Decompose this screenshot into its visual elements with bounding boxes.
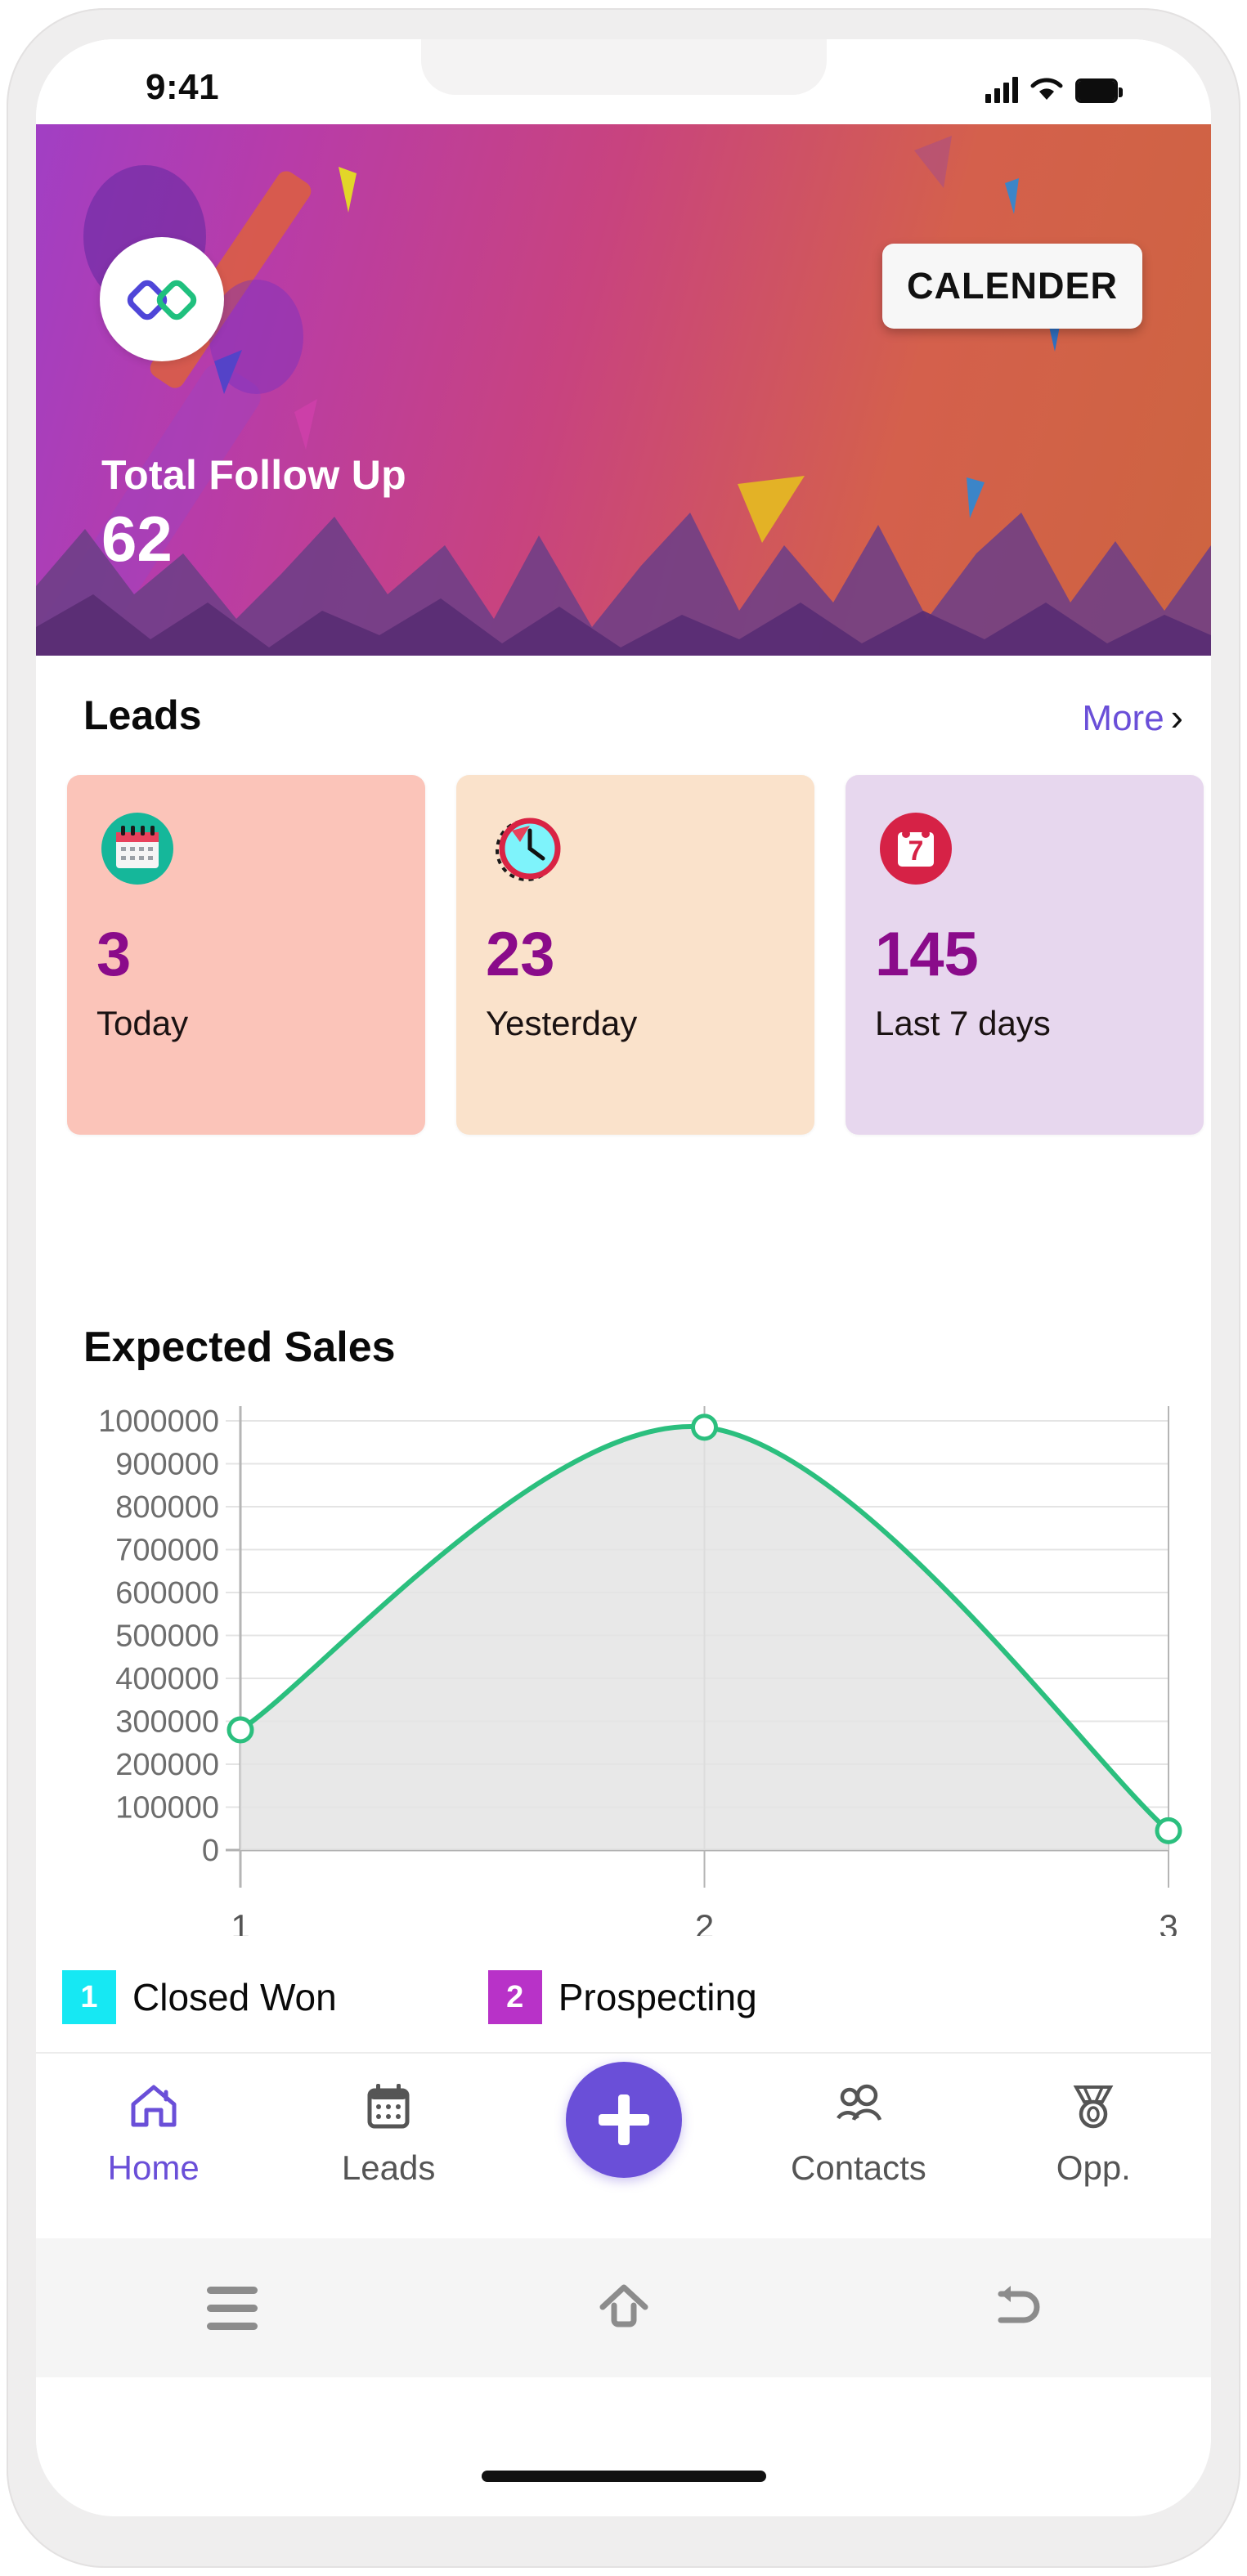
leads-more-label: More bbox=[1082, 698, 1164, 738]
chart-ytick-label: 300000 bbox=[115, 1705, 219, 1740]
recents-button[interactable] bbox=[36, 2286, 428, 2330]
medal-icon bbox=[1065, 2075, 1122, 2137]
system-navigation-bar bbox=[36, 2238, 1211, 2377]
lead-card-yesterday[interactable]: 23 Yesterday bbox=[456, 775, 814, 1135]
calendar-button[interactable]: CALENDER bbox=[882, 244, 1142, 329]
chart-data-point[interactable] bbox=[1155, 1817, 1182, 1844]
lead-card-label: Yesterday bbox=[486, 1004, 638, 1042]
status-time: 9:41 bbox=[146, 67, 220, 107]
lead-card-today[interactable]: 3 Today bbox=[67, 775, 425, 1135]
legend-item-closed-won[interactable]: 1 Closed Won bbox=[62, 1970, 337, 2024]
hamburger-recents-icon bbox=[206, 2286, 258, 2330]
chevron-right-icon: › bbox=[1170, 696, 1183, 738]
legend-label-1: Closed Won bbox=[132, 1976, 337, 2018]
back-button[interactable] bbox=[819, 2279, 1211, 2336]
home-outline-icon bbox=[599, 2284, 648, 2327]
nav-item-contacts[interactable]: Contacts bbox=[741, 2075, 976, 2188]
display-notch bbox=[420, 39, 827, 95]
nav-label-contacts: Contacts bbox=[791, 2148, 926, 2187]
chart-xtick-label: 3 bbox=[1159, 1907, 1177, 1936]
wifi-icon bbox=[1030, 78, 1063, 100]
chart-area-fill bbox=[240, 1426, 1169, 1850]
cellular-signal-icon bbox=[985, 75, 1018, 103]
chart-ytick-label: 100000 bbox=[115, 1791, 219, 1826]
hero-banner: CALENDER Total Follow Up 62 bbox=[36, 124, 1211, 656]
nav-label-opp: Opp. bbox=[1056, 2148, 1131, 2187]
chart-title: Expected Sales bbox=[83, 1324, 396, 1371]
chart-legend: 1 Closed Won 2 Prospecting bbox=[36, 1944, 1211, 2050]
app-screen: 9:41 CALENDER Total Follow Up 62 Leads M… bbox=[36, 39, 1211, 2459]
phone-screen-container: 9:41 CALENDER Total Follow Up 62 Leads M… bbox=[36, 39, 1211, 2516]
chart-ytick-label: 800000 bbox=[115, 1490, 219, 1525]
lead-card-count: 145 bbox=[875, 920, 979, 989]
chart-ytick-label: 1000000 bbox=[98, 1404, 219, 1439]
people-icon bbox=[830, 2075, 887, 2137]
leads-cards-row: 3 Today 23 Yesterday 7 145 Last 7 days bbox=[36, 775, 1211, 1135]
chart-ytick-label: 900000 bbox=[115, 1448, 219, 1482]
chart-ytick-label: 700000 bbox=[115, 1534, 219, 1568]
calendar-grid-icon bbox=[360, 2075, 417, 2137]
leads-more-button[interactable]: More › bbox=[1082, 698, 1183, 739]
chart-ytick-label: 500000 bbox=[115, 1620, 219, 1654]
chart-ytick-label: 400000 bbox=[115, 1662, 219, 1696]
status-bar: 9:41 bbox=[36, 39, 1211, 124]
leads-title: Leads bbox=[83, 692, 202, 738]
nav-item-opportunities[interactable]: Opp. bbox=[976, 2075, 1211, 2188]
chart-ytick-label: 0 bbox=[202, 1834, 219, 1868]
legend-item-prospecting[interactable]: 2 Prospecting bbox=[487, 1970, 757, 2024]
lead-card-label: Today bbox=[96, 1004, 189, 1042]
chart-data-point[interactable] bbox=[691, 1413, 718, 1441]
nav-item-leads[interactable]: Leads bbox=[271, 2075, 505, 2188]
svg-text:7: 7 bbox=[908, 836, 924, 867]
hero-label: Total Follow Up bbox=[101, 452, 406, 498]
fab-slot bbox=[506, 2062, 741, 2178]
calendar-teal-icon bbox=[96, 808, 178, 889]
calendar-seven-red-icon: 7 bbox=[875, 808, 957, 889]
lead-card-count: 3 bbox=[96, 920, 132, 989]
legend-swatch-1: 1 bbox=[62, 1970, 116, 2024]
nav-label-home: Home bbox=[107, 2148, 200, 2187]
chart-ytick-label: 200000 bbox=[115, 1748, 219, 1782]
app-logo-interlocking-diamonds-icon bbox=[127, 280, 197, 320]
lead-card-last-7-days[interactable]: 7 145 Last 7 days bbox=[846, 775, 1204, 1135]
bottom-navigation-bar: Home Leads Contacts Opp. bbox=[36, 2052, 1211, 2238]
chart-ytick-label: 600000 bbox=[115, 1576, 219, 1611]
legend-swatch-2: 2 bbox=[487, 1970, 542, 2024]
chart-xtick-label: 2 bbox=[695, 1907, 714, 1936]
back-arrow-icon bbox=[998, 2286, 1039, 2323]
hero-value: 62 bbox=[101, 503, 173, 575]
phone-frame: 9:41 CALENDER Total Follow Up 62 Leads M… bbox=[0, 0, 1247, 2576]
clock-history-icon bbox=[486, 808, 567, 889]
add-button[interactable] bbox=[565, 2062, 682, 2178]
battery-full-icon bbox=[1075, 78, 1123, 103]
plus-icon bbox=[598, 2094, 649, 2145]
expected-sales-chart: 0 100000 200000 300000 400000 500000 600000 700… bbox=[36, 1396, 1211, 1946]
lead-card-count: 23 bbox=[486, 920, 555, 989]
nav-item-home[interactable]: Home bbox=[36, 2075, 271, 2188]
app-logo bbox=[100, 237, 224, 361]
legend-label-2: Prospecting bbox=[558, 1976, 757, 2018]
chart-data-point[interactable] bbox=[227, 1716, 254, 1744]
chart-canvas: 0 100000 200000 300000 400000 500000 600000 700… bbox=[98, 1404, 1182, 1946]
home-indicator bbox=[481, 2471, 766, 2482]
chart-xtick-label: 1 bbox=[231, 1907, 249, 1936]
system-home-button[interactable] bbox=[428, 2279, 819, 2336]
status-icons-group bbox=[985, 67, 1123, 103]
house-icon bbox=[125, 2075, 182, 2137]
nav-label-leads: Leads bbox=[341, 2148, 436, 2187]
leads-section-header: Leads More › bbox=[36, 656, 1211, 778]
lead-card-label: Last 7 days bbox=[875, 1004, 1051, 1042]
decor-mountain-silhouette bbox=[36, 513, 1211, 656]
